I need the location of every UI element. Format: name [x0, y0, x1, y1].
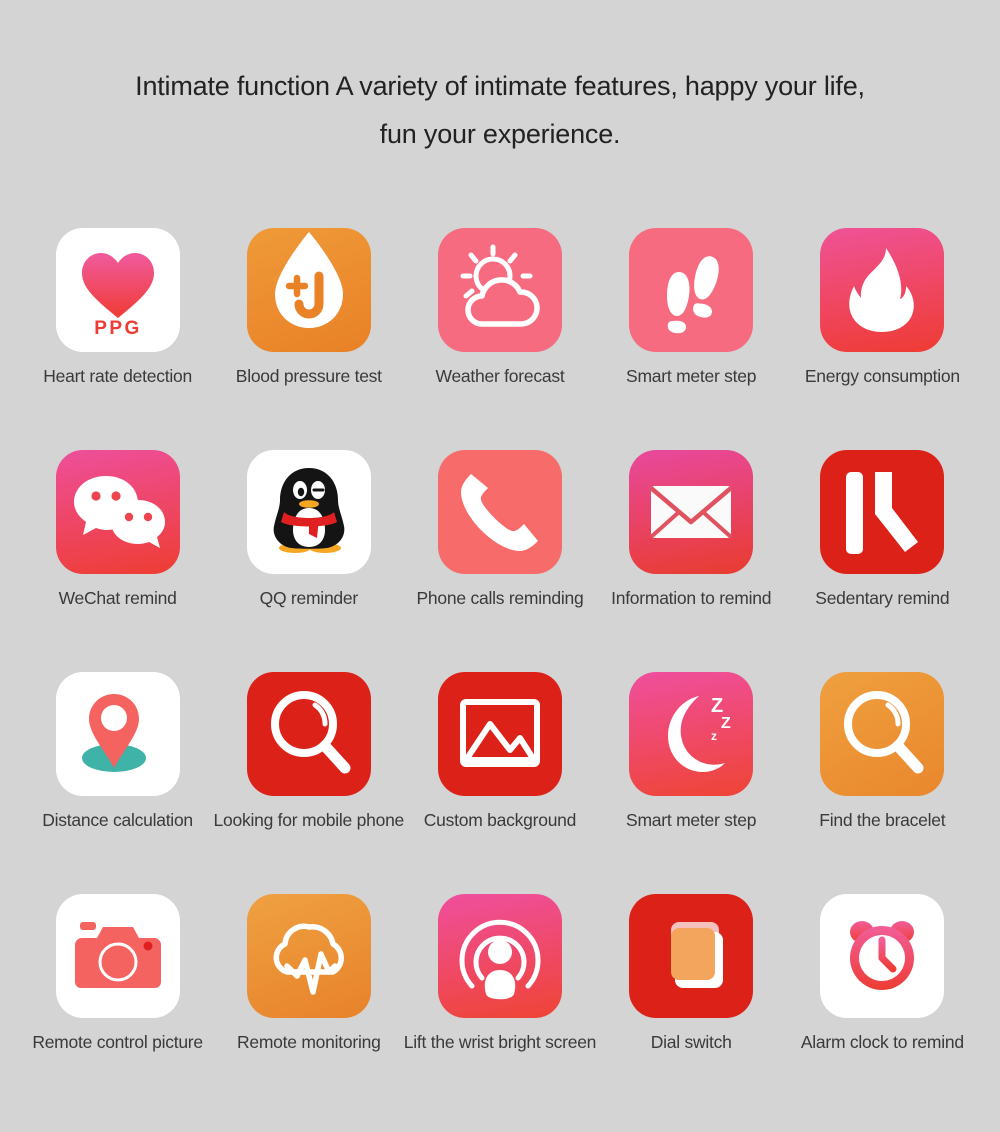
- svg-text:z: z: [711, 729, 717, 743]
- feature-label: Find the bracelet: [819, 810, 946, 830]
- page-title-line-1: Intimate function A variety of intimate …: [135, 71, 865, 101]
- svg-text:Z: Z: [721, 715, 731, 732]
- magnifier-orange-icon: [820, 672, 945, 796]
- feature-label: Blood pressure test: [235, 366, 382, 386]
- feature-item-weather-forecast[interactable]: Weather forecast: [404, 228, 595, 450]
- feature-item-dial-switch[interactable]: Dial switch: [596, 894, 787, 1116]
- feature-item-find-the-bracelet[interactable]: Find the bracelet: [787, 672, 978, 894]
- feature-item-phone-calls-reminding[interactable]: Phone calls reminding: [404, 450, 595, 672]
- sedentary-icon: [820, 450, 945, 574]
- feature-item-heart-rate-detection[interactable]: PPG Heart rate detection: [22, 228, 213, 450]
- broadcast-icon: [437, 894, 562, 1018]
- feature-label: Phone calls reminding: [416, 588, 584, 608]
- heart-ppg-icon: PPG: [55, 228, 180, 352]
- envelope-icon: [629, 450, 754, 574]
- feature-label: Looking for mobile phone: [213, 810, 405, 830]
- qq-penguin-icon: [246, 450, 371, 574]
- feature-row: Distance calculation Looking for mobile …: [22, 672, 978, 894]
- page-title: Intimate function A variety of intimate …: [0, 62, 1000, 158]
- feature-label: Information to remind: [611, 588, 772, 608]
- feature-label: Dial switch: [650, 1032, 732, 1052]
- phone-handset-icon: [437, 450, 562, 574]
- feature-item-sedentary-remind[interactable]: Sedentary remind: [787, 450, 978, 672]
- feature-item-looking-for-mobile-phone[interactable]: Looking for mobile phone: [213, 672, 404, 894]
- feature-item-energy-consumption[interactable]: Energy consumption: [787, 228, 978, 450]
- feature-label: Energy consumption: [804, 366, 960, 386]
- feature-label: Heart rate detection: [43, 366, 192, 386]
- feature-item-smart-meter-step-sleep[interactable]: Z Z z Smart meter step: [596, 672, 787, 894]
- feature-label: Custom background: [423, 810, 577, 830]
- feature-label: Smart meter step: [626, 810, 757, 830]
- feature-label: Weather forecast: [435, 366, 565, 386]
- feature-label: Alarm clock to remind: [800, 1032, 964, 1052]
- blood-drop-icon: [246, 228, 371, 352]
- wechat-bubbles-icon: [55, 450, 180, 574]
- feature-label: Sedentary remind: [815, 588, 950, 608]
- feature-item-alarm-clock-to-remind[interactable]: Alarm clock to remind: [787, 894, 978, 1116]
- feature-row: PPG Heart rate detection Blood pressure …: [22, 228, 978, 450]
- map-pin-icon: [55, 672, 180, 796]
- feature-label: Distance calculation: [42, 810, 193, 830]
- cloud-wave-icon: [246, 894, 371, 1018]
- feature-row: Remote control picture Remote monitoring: [22, 894, 978, 1116]
- footprints-icon: [629, 228, 754, 352]
- feature-item-lift-the-wrist-bright-screen[interactable]: Lift the wrist bright screen: [403, 894, 597, 1116]
- flame-icon: [820, 228, 945, 352]
- feature-label: QQ reminder: [259, 588, 359, 608]
- feature-item-information-to-remind[interactable]: Information to remind: [596, 450, 787, 672]
- ppg-badge-text: PPG: [94, 318, 142, 339]
- dial-squares-icon: [629, 894, 754, 1018]
- feature-item-qq-reminder[interactable]: QQ reminder: [213, 450, 404, 672]
- sun-cloud-icon: [437, 228, 562, 352]
- page-title-line-2: fun your experience.: [379, 119, 621, 149]
- feature-grid-page: Intimate function A variety of intimate …: [0, 0, 1000, 1132]
- feature-label: Remote monitoring: [236, 1032, 381, 1052]
- magnifier-icon: [246, 672, 371, 796]
- feature-item-wechat-remind[interactable]: WeChat remind: [22, 450, 213, 672]
- feature-label: Smart meter step: [626, 366, 757, 386]
- alarm-clock-icon: [820, 894, 945, 1018]
- feature-item-custom-background[interactable]: Custom background: [404, 672, 595, 894]
- feature-item-remote-monitoring[interactable]: Remote monitoring: [213, 894, 404, 1116]
- camera-icon: [55, 894, 180, 1018]
- picture-icon: [437, 672, 562, 796]
- svg-text:Z: Z: [711, 695, 723, 717]
- feature-label: Lift the wrist bright screen: [403, 1032, 597, 1052]
- feature-item-smart-meter-step[interactable]: Smart meter step: [596, 228, 787, 450]
- feature-label: WeChat remind: [58, 588, 177, 608]
- feature-item-remote-control-picture[interactable]: Remote control picture: [22, 894, 213, 1116]
- moon-sleep-icon: Z Z z: [629, 672, 754, 796]
- feature-item-blood-pressure-test[interactable]: Blood pressure test: [213, 228, 404, 450]
- feature-item-distance-calculation[interactable]: Distance calculation: [22, 672, 213, 894]
- feature-grid: PPG Heart rate detection Blood pressure …: [22, 228, 978, 1116]
- feature-row: WeChat remind QQ reminder Phone calls re…: [22, 450, 978, 672]
- feature-label: Remote control picture: [32, 1032, 203, 1052]
